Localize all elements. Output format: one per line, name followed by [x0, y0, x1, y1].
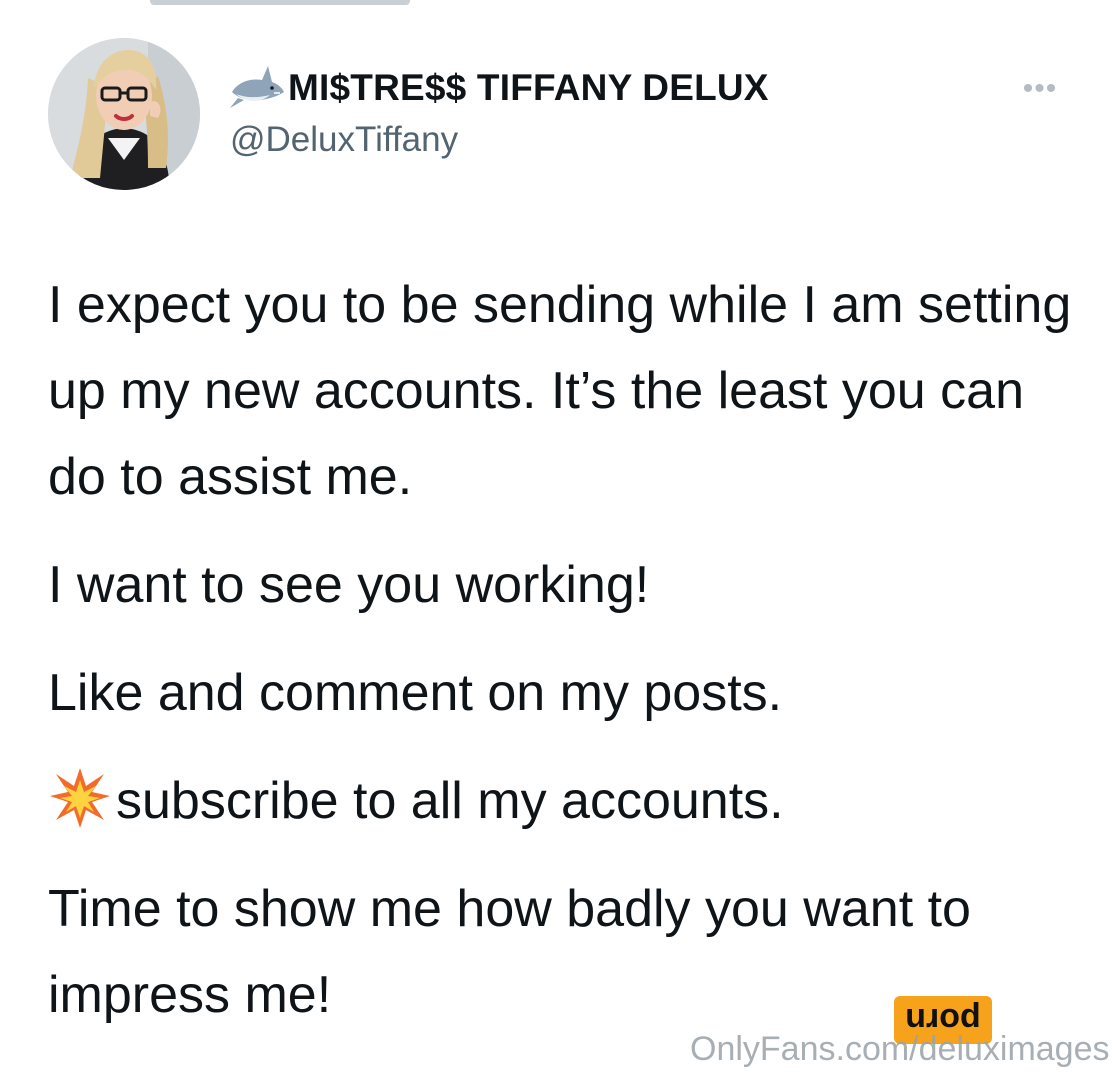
shark-icon [228, 62, 286, 112]
previous-tweet-clip [150, 0, 410, 6]
tweet-paragraph: Like and comment on my posts. [48, 664, 783, 722]
watermark-url: OnlyFans.com/deluximages [690, 1030, 1110, 1068]
display-name[interactable]: MI$TRE$$ TIFFANY DELUX [228, 62, 769, 112]
user-handle[interactable]: @DeluxTiffany [230, 120, 769, 160]
more-options-button[interactable]: ••• [1012, 72, 1068, 106]
tweet-paragraph: I want to see you working! [48, 556, 650, 614]
tweet-paragraph: I expect you to be sending while I am se… [48, 276, 1072, 506]
more-dots-icon: ••• [1022, 72, 1058, 105]
tweet-header: MI$TRE$$ TIFFANY DELUX @DeluxTiffany [228, 62, 769, 160]
collision-burst-icon [48, 766, 112, 830]
clipped-text-bar [150, 0, 410, 5]
tweet-paragraph: subscribe to all my accounts. [48, 758, 1078, 844]
display-name-text: MI$TRE$$ TIFFANY DELUX [288, 66, 769, 108]
avatar[interactable] [48, 38, 200, 190]
tweet-paragraph-text: subscribe to all my accounts. [116, 772, 784, 830]
profile-avatar-icon [48, 38, 200, 190]
tweet-text: I expect you to be sending while I am se… [48, 262, 1078, 1060]
